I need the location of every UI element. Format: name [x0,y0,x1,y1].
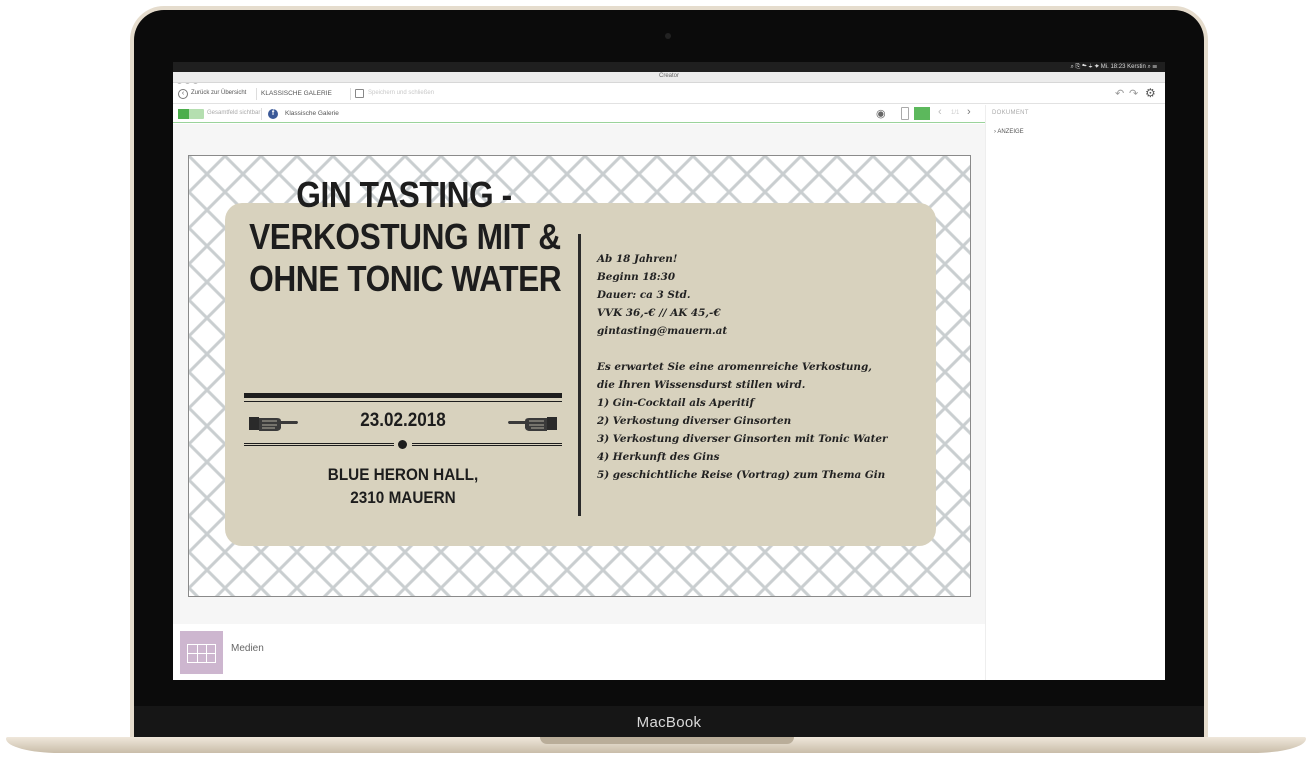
program-intro-line: die Ihren Wissensdurst stillen wird. [597,379,806,391]
media-button[interactable]: Medien [231,643,264,654]
divider [350,88,351,100]
event-details[interactable]: Ab 18 Jahren! Beginn 18:30 Dauer: ca 3 S… [597,250,897,484]
panel-item-anzeige[interactable]: › ANZEIGE [994,129,1024,135]
window-titlebar: Creator [173,72,1165,88]
info-line: VVK 36,-€ // AK 45,-€ [597,307,721,319]
document-panel: DOKUMENT › ANZEIGE [985,105,1165,680]
gallery-name: Klassische Galerie [285,110,339,117]
event-date[interactable]: 23.02.2018 [260,410,546,432]
laptop-notch [540,737,794,744]
visibility-toggle[interactable] [178,109,204,119]
redo-icon[interactable]: ↷ [1129,87,1138,100]
facebook-icon[interactable]: f [268,109,278,119]
venue-line: 2310 MAUERN [350,488,456,507]
divider-double-right [412,443,562,446]
divider-dot [398,440,407,449]
page-indicator: 1/1 [951,110,960,116]
program-item: 5) geschichtliche Reise (Vortrag) zum Th… [597,469,886,481]
panel-item-label: ANZEIGE [997,129,1024,135]
program-item: 3) Verkostung diverser Ginsorten mit Ton… [597,433,888,445]
toggle-label: Gesamtfeld sichtbar [207,110,261,116]
back-to-overview-link[interactable]: Zurück zur Übersicht [191,90,246,96]
preview-eye-icon[interactable]: ◉ [876,107,886,120]
vertical-divider [578,234,581,516]
info-line: gintasting@mauern.at [597,325,728,337]
info-line: Dauer: ca 3 Std. [597,289,691,301]
divider [256,88,257,100]
panel-title: DOKUMENT [992,110,1029,116]
headline-line: VERKOSTUNG MIT & [249,216,561,257]
headline-line: OHNE TONIC WATER [249,258,562,299]
system-menubar: ⌕ ⎘ ☁ ⏚ ✦ Mi. 18:23 Kerstin ⌕ ☰ [173,62,1165,72]
device-brand: MacBook [636,714,702,731]
headline-line: GIN TASTING - [296,174,512,215]
next-page-icon[interactable]: › [967,106,971,118]
previous-page-icon[interactable]: ‹ [938,106,942,118]
program-item: 1) Gin-Cocktail als Aperitif [597,397,754,409]
camera-icon [665,33,671,39]
flyer-headline[interactable]: GIN TASTING - VERKOSTUNG MIT & OHNE TONI… [249,174,562,300]
editor-toolbar: ‹ Zurück zur Übersicht KLASSISCHE GALERI… [173,84,1165,104]
page-title: KLASSISCHE GALERIE [261,90,332,97]
save-icon[interactable] [355,89,364,98]
program-item: 4) Herkunft des Gins [597,451,720,463]
venue-line: BLUE HERON HALL, [327,465,479,484]
divider-thick [244,393,562,398]
event-venue[interactable]: BLUE HERON HALL, 2310 MAUERN [260,463,546,509]
window-title: Creator [658,73,679,79]
info-line: Beginn 18:30 [597,271,676,283]
undo-icon[interactable]: ↶ [1115,87,1124,100]
info-line: Ab 18 Jahren! [597,253,678,265]
save-close-button[interactable]: Speichern und schließen [368,90,434,96]
gear-icon[interactable]: ⚙ [1145,86,1156,100]
media-grid-icon[interactable] [180,631,223,674]
program-intro-line: Es erwartet Sie eine aromenreiche Verkos… [597,361,872,373]
mobile-view-icon[interactable] [901,107,909,120]
divider-double-left [244,443,394,446]
divider [261,108,262,120]
pointing-hand-left-icon [508,417,557,431]
divider-thin [244,401,562,402]
desktop-view-icon[interactable] [914,107,930,120]
program-item: 2) Verkostung diverser Ginsorten [597,415,792,427]
back-arrow-icon[interactable]: ‹ [178,89,188,99]
